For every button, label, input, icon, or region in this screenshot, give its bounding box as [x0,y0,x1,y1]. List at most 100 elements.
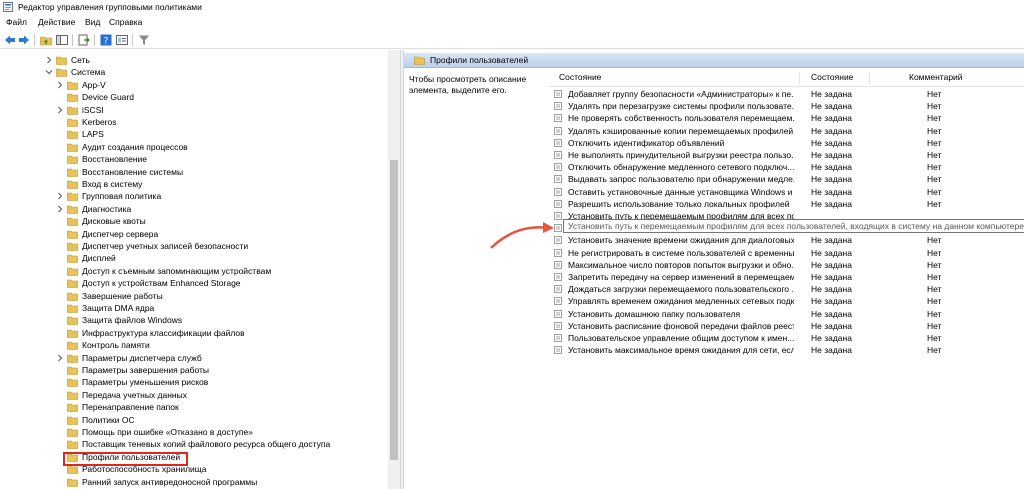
tree-item[interactable]: Диагностика [56,203,388,215]
tree-item[interactable]: Передача учетных данных [56,389,388,401]
tree-item[interactable]: LAPS [56,128,388,140]
back-arrow-icon[interactable] [4,34,16,46]
policy-row[interactable]: Выдавать запрос пользователю при обнаруж… [549,173,1024,185]
chevron-right-icon[interactable] [56,205,64,213]
chevron-right-icon[interactable] [56,192,64,200]
policy-row[interactable]: Добавляет группу безопасности «Администр… [549,88,1024,100]
details-pane: Профили пользователей Чтобы просмотреть … [404,50,1024,489]
filter-icon[interactable] [138,34,150,46]
properties-icon[interactable] [116,34,128,46]
tree-item[interactable]: Поставщик теневых копий файлового ресурс… [56,438,388,450]
policy-state: Не задана [811,162,852,173]
svg-text:?: ? [104,37,109,47]
policy-row[interactable]: Отключить обнаружение медленного сетевог… [549,161,1024,173]
tree-item[interactable]: Доступ к съемным запоминающим устройства… [56,265,388,277]
tree-item-label: Ранний запуск антивредоносной программы [82,476,258,487]
chevron-right-icon[interactable] [56,81,64,89]
tree-item[interactable]: Завершение работы [56,290,388,302]
tree-item[interactable]: Аудит создания процессов [56,141,388,153]
policy-row[interactable]: Оставить установочные данные установщика… [549,186,1024,198]
tree-spacer [56,279,64,287]
tree-item[interactable]: Параметры уменьшения рисков [56,376,388,388]
chevron-right-icon[interactable] [45,56,53,64]
policy-state: Не задана [811,198,852,209]
scrollbar-thumb[interactable] [390,160,398,460]
up-folder-icon[interactable] [40,34,52,46]
folder-icon [67,143,78,152]
policy-row[interactable]: Установить домашнюю папку пользователя Не… [549,308,1024,320]
menu-file[interactable]: Файл [6,17,27,27]
tree-item[interactable]: Перенаправление папок [56,401,388,413]
column-header-state[interactable]: Состояние [811,72,853,85]
tree-item[interactable]: Восстановление [56,153,388,165]
policy-row[interactable]: Пользовательское управление общим доступ… [549,332,1024,344]
tree-item[interactable]: Device Guard [56,91,388,103]
tree-item[interactable]: Система [45,66,388,78]
menu-action[interactable]: Действие [38,17,75,27]
tree-item[interactable]: Параметры завершения работы [56,364,388,376]
policy-row[interactable]: Удалять кэшированные копии перемещаемых … [549,125,1024,137]
tree-item[interactable]: Дисковые квоты [56,215,388,227]
folder-icon [67,403,78,412]
policy-row[interactable]: Не регистрировать в системе пользователе… [549,247,1024,259]
tree-item[interactable]: Доступ к устройствам Enhanced Storage [56,277,388,289]
policy-name: Установить максимальное время ожидания д… [568,345,794,356]
tree-item[interactable]: Диспетчер учетных записей безопасности [56,240,388,252]
tree-item[interactable]: Защита DMA ядра [56,302,388,314]
menu-help[interactable]: Справка [109,17,142,27]
tree-item[interactable]: Kerberos [56,116,388,128]
tree-item[interactable]: Дисплей [56,252,388,264]
tree-item[interactable]: Защита файлов Windows [56,314,388,326]
tree-scrollbar[interactable] [388,50,400,489]
policy-state: Не задана [811,235,852,246]
folder-icon [67,304,78,313]
export-list-icon[interactable] [78,34,90,46]
policy-row[interactable]: Запретить передачу на сервер изменений в… [549,271,1024,283]
folder-icon [67,379,78,388]
tree-item[interactable]: Параметры диспетчера служб [56,352,388,364]
policy-row[interactable]: Установить максимальное время ожидания д… [549,344,1024,356]
policy-row[interactable]: Установить значение времени ожидания для… [549,234,1024,246]
tree-item-label: Восстановление системы [82,166,184,177]
tree-item[interactable]: Помощь при ошибке «Отказано в доступе» [56,426,388,438]
chevron-down-icon[interactable] [45,68,53,76]
folder-icon [67,217,78,226]
policy-row[interactable]: Разрешить использование только локальных… [549,198,1024,210]
tree-spacer [56,180,64,188]
help-icon[interactable]: ? [100,34,112,46]
policy-row[interactable]: Отключить идентификатор объявлений Не зад… [549,137,1024,149]
chevron-right-icon[interactable] [56,106,64,114]
policy-row[interactable]: Удалять при перезагрузке системы профили… [549,100,1024,112]
tree-item-label: Параметры диспетчера служб [82,352,202,363]
policy-row[interactable]: Управлять временем ожидания медленных се… [549,295,1024,307]
policy-row[interactable]: Установить расписание фоновой передачи ф… [549,320,1024,332]
show-hide-tree-icon[interactable] [56,34,68,46]
tree-item[interactable]: Вход в систему [56,178,388,190]
tree-item[interactable]: App-V [56,79,388,91]
tree-item[interactable]: Групповая политика [56,190,388,202]
policy-row[interactable]: Не выполнять принудительной выгрузки рее… [549,149,1024,161]
tree-item[interactable]: Восстановление системы [56,166,388,178]
policy-setting-icon [554,175,562,184]
policy-row[interactable]: Не проверять собственность пользователя … [549,112,1024,124]
tree-item-label: Параметры завершения работы [82,365,209,375]
tree-item[interactable]: Контроль памяти [56,339,388,351]
column-divider[interactable] [799,72,800,85]
tree-item[interactable]: Инфраструктура классификации файлов [56,327,388,339]
column-header-setting[interactable]: Состояние [559,72,601,85]
toolbar-separator [132,34,133,46]
policy-row[interactable]: Дождаться загрузки перемещаемого пользов… [549,283,1024,295]
column-header-comment[interactable]: Комментарий [909,72,963,85]
tree-item[interactable]: Сеть [45,54,388,66]
tree-item[interactable]: Ранний запуск антивредоносной программы [56,476,388,488]
policy-row[interactable]: Максимальное число повторов попыток выгр… [549,259,1024,271]
tree-item[interactable]: iSCSI [56,104,388,116]
tree-item-label: Восстановление [82,154,148,165]
tree-spacer [56,292,64,300]
forward-arrow-icon[interactable] [18,34,30,46]
tree-item[interactable]: Политики ОС [56,414,388,426]
column-divider[interactable] [869,72,870,85]
menu-view[interactable]: Вид [85,17,100,27]
chevron-right-icon[interactable] [56,354,64,362]
tree-item[interactable]: Диспетчер сервера [56,228,388,240]
